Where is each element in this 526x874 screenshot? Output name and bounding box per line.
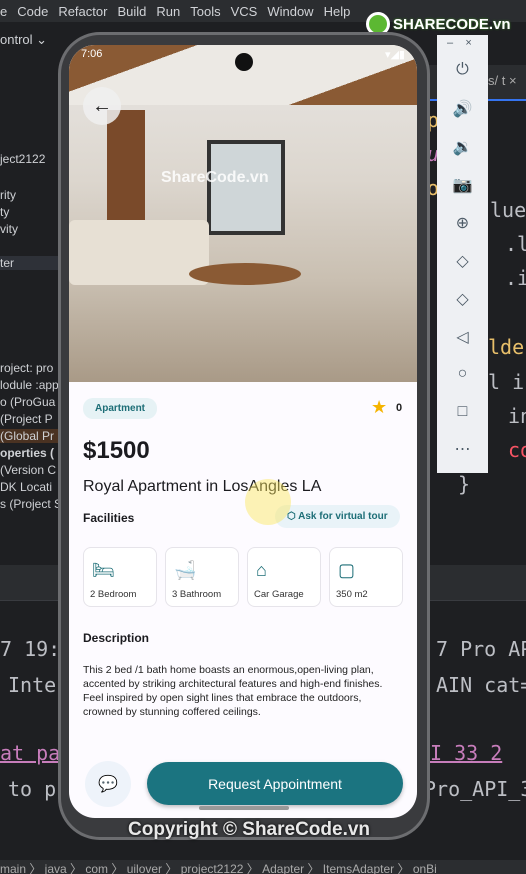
facility-card: ⌂ Car Garage [247,547,321,607]
menu-build[interactable]: Build [117,4,146,19]
cube-icon: ⬡ [287,511,299,522]
console-line: 7 Pro API [436,637,526,661]
vcs-control[interactable]: ontrol ⌄ [0,32,60,58]
photo-watermark: ShareCode.vn [161,169,269,186]
bathtub-icon: 🛁 [174,560,197,580]
tree-item[interactable]: (Version C [0,463,56,477]
chat-button[interactable]: 💬 [85,761,131,807]
copyright-watermark: Copyright © ShareCode.vn [128,819,371,840]
tree-item[interactable]: s (Project S [0,497,62,511]
camera-icon[interactable]: 📷 [437,175,488,195]
breadcrumb[interactable]: main 〉 java 〉 com 〉 uilover 〉 project212… [0,860,526,874]
menu-code[interactable]: Code [17,4,48,19]
code-line: lue. [490,198,526,222]
back-button[interactable]: ← [83,87,121,125]
rotate-left-icon[interactable]: ◇ [437,251,488,271]
code-line: l in [488,370,526,394]
menu-window[interactable]: Window [267,4,313,19]
code-line: } [458,472,471,496]
area-icon: ▢ [338,560,356,580]
price: $1500 [83,437,150,464]
gesture-bar [199,806,289,810]
message-icon: 💬 [98,776,118,793]
description-heading: Description [83,631,150,645]
tree-item[interactable]: o (ProGua [0,395,55,409]
emulator-toolbar: – × ⏻ 🔊 🔉 📷 ⊕ ◇ ◇ ◁ ○ □ ⋯ [437,35,488,473]
camera-cutout [235,53,253,71]
code-line: in [508,404,526,428]
console-link[interactable]: I 33 2 [430,741,502,765]
coffee-table [189,263,301,285]
tree-item[interactable]: roject: pro [0,361,53,375]
virtual-tour-button[interactable]: ⬡ Ask for virtual tour [275,505,400,528]
code-line: .i [505,266,526,290]
facility-card: 🛏 2 Bedroom [83,547,157,607]
menu-run[interactable]: Run [156,4,180,19]
tree-item[interactable]: DK Locati [0,480,52,494]
sofa [69,220,209,285]
status-time: 7:06 [81,48,103,60]
rating-count: 0 [396,402,403,414]
console-line: AIN cat= [436,673,526,697]
apartment-photo: ShareCode.vn [69,45,417,382]
garage-icon: ⌂ [256,560,267,580]
facilities-heading: Facilities [83,511,135,525]
menu-tools[interactable]: Tools [190,4,220,19]
menu-refactor[interactable]: Refactor [58,4,107,19]
star-icon[interactable]: ★ [371,397,387,418]
power-icon[interactable]: ⏻ [437,61,488,79]
facility-card: ▢ 350 m2 [329,547,403,607]
overview-icon[interactable]: □ [437,403,488,421]
minimize-icon[interactable]: – × [437,37,488,49]
code-line: .l [505,232,526,256]
menu-vcs[interactable]: VCS [231,4,258,19]
tree-item-selected[interactable]: ter [0,256,62,270]
volume-up-icon[interactable]: 🔊 [437,99,488,119]
category-chip: Apartment [83,398,158,419]
tree-item[interactable]: ty [0,205,9,219]
signal-battery-icon: ▾◢▮ [384,49,405,61]
bed-icon: 🛏 [92,560,115,580]
project-tree: ject2122 rity ty vity ter roject: pro lo… [0,60,62,600]
home-icon[interactable]: ○ [437,365,488,383]
description-text: This 2 bed /1 bath home boasts an enormo… [83,664,383,718]
touch-indicator [245,479,291,525]
tree-item[interactable]: ject2122 [0,152,45,166]
arrow-left-icon: ← [92,94,112,117]
phone-screen: ShareCode.vn 7:06 ▾◢▮ ← Apartment ★ 0 $15… [69,45,417,818]
menu-edit[interactable]: e [0,4,7,19]
window [207,140,285,235]
tree-item[interactable]: operties ( [0,446,54,460]
tree-item[interactable]: (Project P [0,412,53,426]
tree-item[interactable]: vity [0,222,18,236]
back-icon[interactable]: ◁ [437,327,488,347]
zoom-icon[interactable]: ⊕ [437,213,488,233]
console-line: Pro_API_3 [424,777,526,801]
facility-card: 🛁 3 Bathroom [165,547,239,607]
tree-item[interactable]: lodule :app [0,378,59,392]
tree-item[interactable]: (Global Pr [0,429,62,443]
code-line: co [508,438,526,462]
code-line: lder [488,335,526,359]
rotate-right-icon[interactable]: ◇ [437,289,488,309]
menu-help[interactable]: Help [324,4,351,19]
volume-down-icon[interactable]: 🔉 [437,137,488,157]
more-icon[interactable]: ⋯ [437,439,488,459]
tree-item[interactable]: rity [0,188,16,202]
request-appointment-button[interactable]: Request Appointment [147,762,403,805]
